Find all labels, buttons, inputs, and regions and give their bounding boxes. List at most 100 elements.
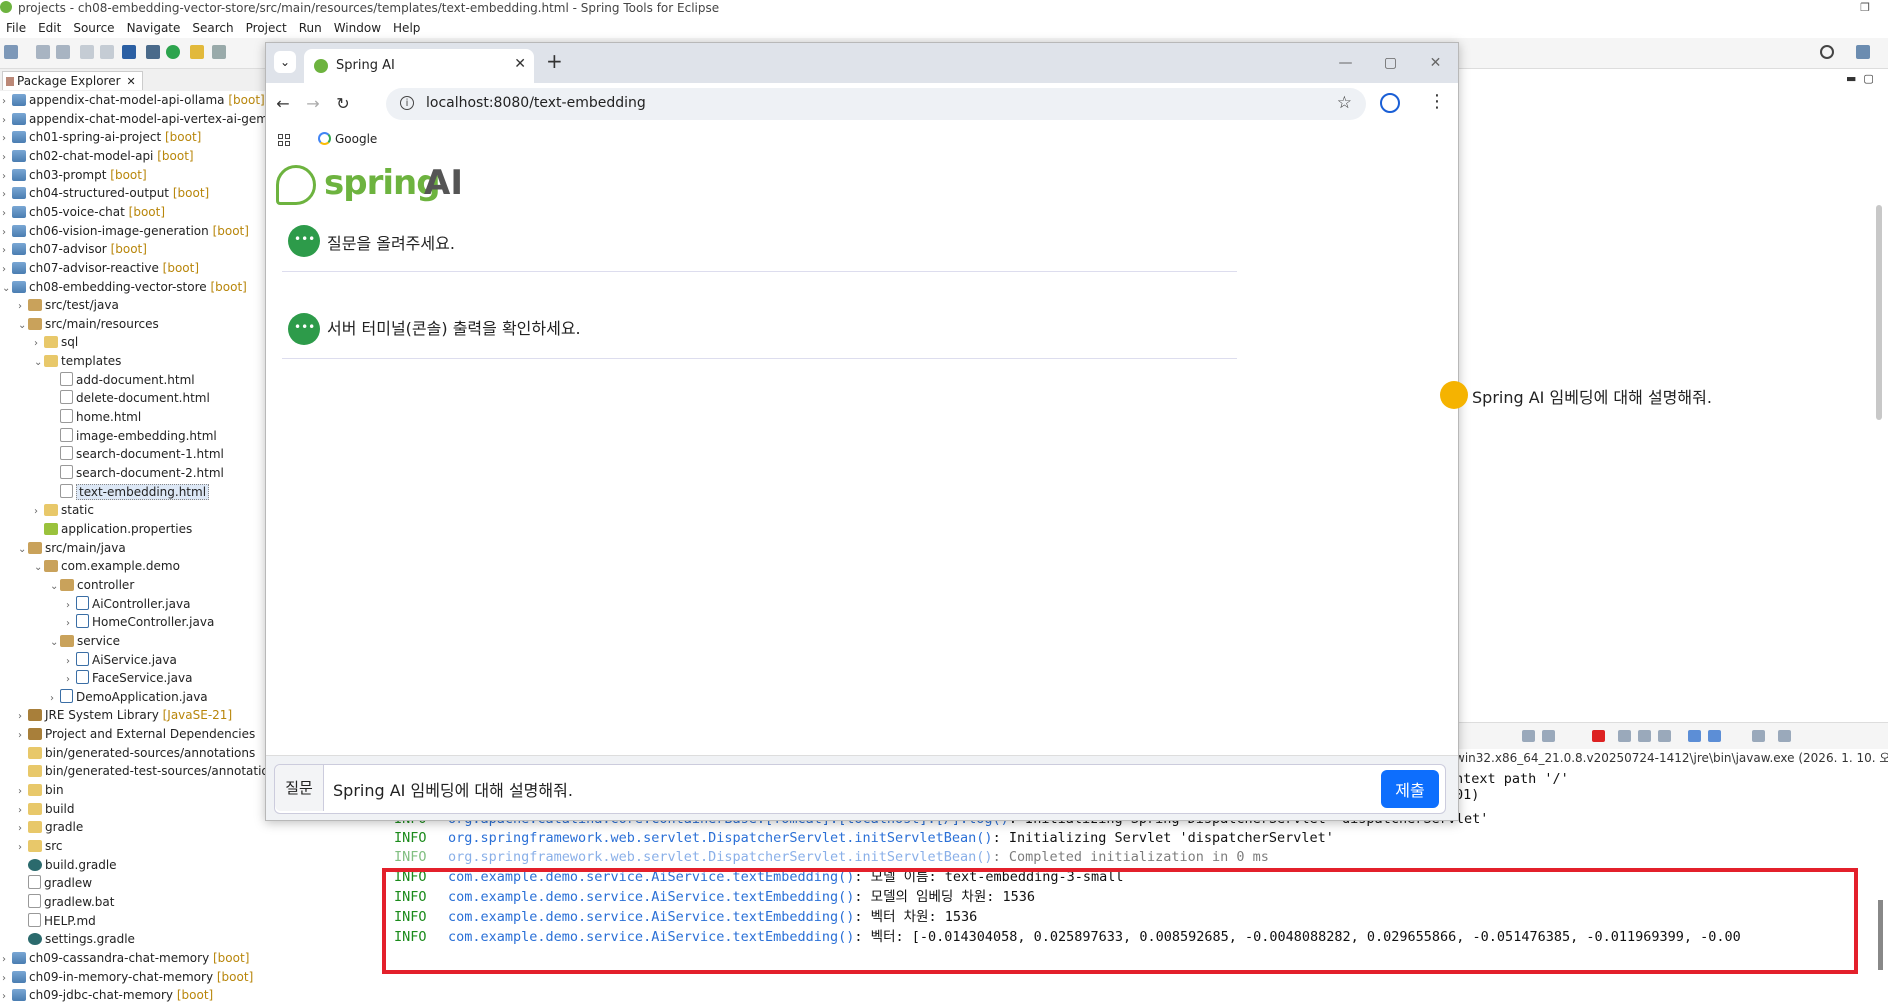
tree-item[interactable]: › AiService.java [66,651,177,669]
tree-item[interactable]: bin/generated-sources/annotations [18,744,255,762]
tree-item[interactable]: ⌄ src/main/java [18,539,126,557]
tree-item[interactable]: › ch09-cassandra-chat-memory [boot] [2,949,249,967]
question-input[interactable] [331,773,1335,805]
tree-item[interactable]: › appendix-chat-model-api-vertex-ai-gemin… [2,110,282,128]
tree-item[interactable]: HELP.md [18,912,96,930]
tree-item[interactable]: › Project and External Dependencies [18,725,255,743]
tree-item[interactable]: settings.gradle [18,930,135,948]
tree-item[interactable]: › ch03-prompt [boot] [2,166,147,184]
tree-item[interactable]: › HomeController.java [66,613,214,631]
tree-item[interactable]: › ch07-advisor [boot] [2,240,147,258]
redo-icon[interactable] [100,45,114,59]
undo-icon[interactable] [80,45,94,59]
menu-file[interactable]: File [0,18,32,38]
search-icon[interactable] [1820,45,1834,59]
tree-item[interactable]: › bin [18,781,64,799]
boot-dashboard-icon[interactable] [166,45,180,59]
terminal-icon[interactable] [122,45,136,59]
tree-item[interactable]: › ch09-in-memory-chat-memory [boot] [2,968,253,986]
clear-console-icon[interactable] [1522,730,1535,742]
menu-navigate[interactable]: Navigate [121,18,187,38]
menu-run[interactable]: Run [293,18,328,38]
package-explorer-tab[interactable]: Package Explorer ✕ [2,71,143,90]
tree-item[interactable]: application.properties [34,520,192,538]
browser-menu-icon[interactable]: ⋮ [1428,91,1446,113]
tree-item[interactable]: › src/test/java [18,296,119,314]
toolbar-overflow-icon[interactable] [212,45,226,59]
close-icon[interactable]: ✕ [127,75,136,88]
chevron-down-icon[interactable]: ⌄ [18,541,28,559]
tree-item[interactable]: add-document.html [50,371,195,389]
open-console-icon[interactable] [1752,730,1765,742]
console-scrollbar[interactable] [1878,900,1883,970]
tree-item[interactable]: ⌄ src/main/resources [18,315,159,333]
bookmark-star-icon[interactable]: ☆ [1337,93,1352,113]
new-tab-icon[interactable]: + [546,51,563,71]
tree-item[interactable]: › DemoApplication.java [50,688,208,706]
browser-tab[interactable]: Spring AI ✕ [304,49,534,83]
chevron-right-icon[interactable]: › [2,149,12,167]
chevron-down-icon[interactable]: ⌄ [34,559,44,577]
tree-item[interactable]: › ch06-vision-image-generation [boot] [2,222,249,240]
chevron-right-icon[interactable]: › [2,205,12,223]
tree-item[interactable]: › build [18,800,75,818]
chevron-right-icon[interactable]: › [18,298,28,316]
save-all-icon[interactable] [56,45,70,59]
tree-item[interactable]: › FaceService.java [66,669,192,687]
tree-item[interactable]: search-document-2.html [50,464,224,482]
new-icon[interactable] [4,45,18,59]
pen-icon[interactable] [190,45,204,59]
chevron-down-icon[interactable]: ⌄ [18,317,28,335]
chevron-right-icon[interactable]: › [2,988,12,1005]
chevron-right-icon[interactable]: › [18,783,28,801]
perspective-icon[interactable] [1856,45,1870,59]
log-source-link[interactable]: org.springframework.web.servlet.Dispatch… [448,830,993,846]
word-wrap-icon[interactable] [1638,730,1651,742]
site-info-icon[interactable]: i [400,96,414,110]
chevron-down-icon[interactable]: ⌄ [2,280,12,298]
tree-item[interactable]: text-embedding.html [50,483,210,501]
chevron-right-icon[interactable]: › [66,671,76,689]
chevron-right-icon[interactable]: › [66,615,76,633]
chevron-right-icon[interactable]: › [66,597,76,615]
submit-button[interactable]: 제출 [1381,770,1439,808]
tree-item[interactable]: › ch01-spring-ai-project [boot] [2,128,201,146]
tree-item[interactable]: › src [18,837,63,855]
chevron-right-icon[interactable]: › [18,820,28,838]
tree-item[interactable]: › ch04-structured-output [boot] [2,184,209,202]
close-window-icon[interactable]: ✕ [1413,43,1458,83]
tab-search-icon[interactable]: ⌄ [274,51,296,73]
address-bar[interactable]: i localhost:8080/text-embedding ☆ [386,88,1366,120]
tree-item[interactable]: image-embedding.html [50,427,217,445]
chevron-right-icon[interactable]: › [18,708,28,726]
chevron-right-icon[interactable]: › [34,335,44,353]
tree-item[interactable]: › ch07-advisor-reactive [boot] [2,259,199,277]
menu-project[interactable]: Project [240,18,293,38]
chevron-right-icon[interactable]: › [66,653,76,671]
tree-item[interactable]: › sql [34,333,78,351]
chevron-right-icon[interactable]: › [2,168,12,186]
tree-item[interactable]: bin/generated-test-sources/annotations [18,762,283,780]
chevron-right-icon[interactable]: › [2,970,12,988]
minimize-icon[interactable]: — [1323,43,1368,83]
chevron-right-icon[interactable]: › [2,93,12,111]
close-tab-icon[interactable]: ✕ [514,56,526,72]
maximize-icon[interactable]: ▢ [1368,43,1413,83]
chevron-right-icon[interactable]: › [50,690,60,708]
chevron-right-icon[interactable]: › [18,839,28,857]
chevron-right-icon[interactable]: › [18,802,28,820]
back-icon[interactable]: ← [272,93,294,115]
tree-item[interactable]: ⌄ service [50,632,120,650]
menu-window[interactable]: Window [328,18,387,38]
chevron-down-icon[interactable]: ⌄ [34,354,44,372]
bookmark-google[interactable]: Google [318,132,377,146]
forward-icon[interactable]: → [302,93,324,115]
tree-item[interactable]: delete-document.html [50,389,210,407]
tree-item[interactable]: › JRE System Library [JavaSE-21] [18,706,232,724]
debug-icon[interactable] [146,45,160,59]
chevron-right-icon[interactable]: › [34,503,44,521]
terminate-icon[interactable] [1592,730,1605,742]
tree-item[interactable]: › ch02-chat-model-api [boot] [2,147,194,165]
tree-item[interactable]: › gradle [18,818,83,836]
tree-item[interactable]: › ch09-jdbc-chat-memory [boot] [2,986,213,1004]
